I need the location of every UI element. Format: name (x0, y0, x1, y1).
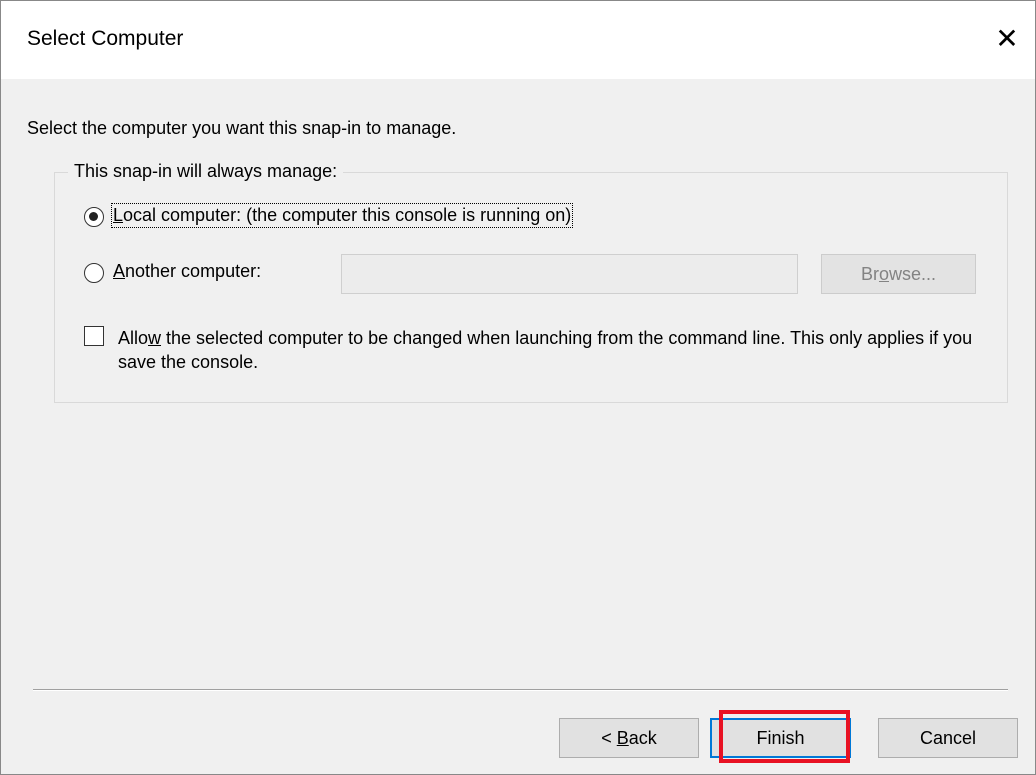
local-accel-key: L (113, 205, 124, 225)
back-accel-key: B (616, 727, 629, 748)
groupbox-legend: This snap-in will always manage: (68, 161, 344, 182)
local-computer-label[interactable]: Local computer: (the computer this conso… (110, 203, 574, 228)
allow-label-pre: Allo (118, 328, 149, 348)
another-accel-key: A (113, 261, 126, 281)
another-computer-radio[interactable] (84, 263, 104, 283)
select-computer-dialog: Select Computer ✕ Select the computer yo… (0, 0, 1036, 775)
title-bar: Select Computer ✕ (1, 1, 1035, 79)
finish-button[interactable]: Finish (710, 718, 851, 758)
allow-label-post: the selected computer to be changed when… (118, 328, 973, 372)
back-label-rest: ack (628, 727, 657, 748)
cancel-button[interactable]: Cancel (878, 718, 1018, 758)
dialog-title: Select Computer (27, 27, 184, 50)
close-button[interactable]: ✕ (979, 9, 1035, 67)
browse-label-post: wse... (889, 263, 937, 284)
local-computer-radio[interactable] (84, 207, 104, 227)
browse-label-pre: Br (860, 263, 879, 284)
another-computer-label[interactable]: Another computer: (113, 261, 261, 282)
browse-accel-key: o (878, 263, 889, 284)
back-label-prefix: < (601, 727, 617, 748)
radio-selected-dot (89, 212, 98, 221)
browse-button[interactable]: Br o wse... (821, 254, 976, 294)
allow-change-checkbox[interactable] (84, 326, 104, 346)
footer-separator (33, 689, 1008, 691)
another-label-rest: nother computer: (125, 261, 262, 281)
back-button[interactable]: < Back (559, 718, 699, 758)
computer-name-input[interactable] (341, 254, 798, 294)
allow-change-label[interactable]: Allow the selected computer to be change… (118, 326, 988, 374)
allow-accel-key: w (148, 328, 162, 348)
intro-text: Select the computer you want this snap-i… (27, 118, 457, 138)
local-label-rest: ocal computer: (the computer this consol… (123, 205, 572, 225)
close-icon: ✕ (995, 22, 1019, 54)
